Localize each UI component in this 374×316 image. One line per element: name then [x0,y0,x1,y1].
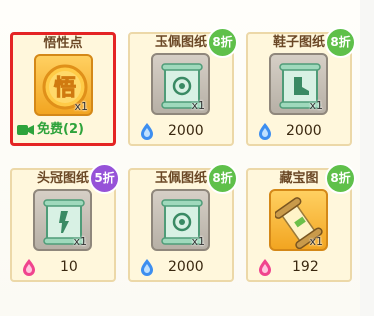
shop-card-treasure-map[interactable]: 藏宝图 x1 192 8折 [246,163,356,282]
blue-gem-icon [141,259,153,276]
discount-badge: 8折 [325,27,356,58]
video-camera-icon [17,125,34,135]
item-frame: x1 [151,189,210,251]
price-value: 2000 [168,123,204,139]
item-count: x1 [191,235,205,248]
price-value: 192 [292,259,319,275]
shop-card-jade-pendant[interactable]: 玉佩图纸 x1 2000 8折 [128,27,238,146]
item-frame: x1 [269,189,328,251]
price-value: 2000 [286,123,322,139]
shop-card-shoes[interactable]: 鞋子图纸 x1 2000 8折 [246,27,356,146]
price-value: 10 [60,259,78,275]
price-row: 10 [12,257,114,277]
price-row: 192 [248,257,350,277]
item-frame: x1 [151,53,210,115]
blue-gem-icon [141,123,153,140]
blue-gem-icon [259,123,271,140]
pink-gem-icon [259,259,271,276]
item-count: x1 [74,100,88,113]
coin-glyph: 悟 [54,76,76,101]
item-count: x1 [309,99,323,112]
item-frame: 悟 x1 [34,54,93,116]
item-count: x1 [73,235,87,248]
item-frame: x1 [33,189,92,251]
pink-gem-icon [23,259,35,276]
shop-card-crown[interactable]: 头冠图纸 x1 10 5折 [10,163,120,282]
free-label: 免费(2) [37,122,84,137]
discount-badge: 8折 [207,27,238,58]
item-count: x1 [191,99,205,112]
shop-panel: 悟性点 悟 x1 免费(2) 玉佩图纸 x1 2000 8折 鞋子图纸 x1 2… [0,0,360,316]
price-row: 2000 [130,121,232,141]
shop-card-jade-pendant-2[interactable]: 玉佩图纸 x1 2000 8折 [128,163,238,282]
price-row: 2000 [130,257,232,277]
shop-card-wuxing[interactable]: 悟性点 悟 x1 免费(2) [10,32,116,146]
discount-badge: 5折 [89,163,120,194]
item-frame: x1 [269,53,328,115]
discount-badge: 8折 [207,163,238,194]
price-row: 2000 [248,121,350,141]
price-value: 2000 [168,259,204,275]
discount-badge: 8折 [325,163,356,194]
item-count: x1 [309,235,323,248]
card-title: 悟性点 [43,36,83,51]
